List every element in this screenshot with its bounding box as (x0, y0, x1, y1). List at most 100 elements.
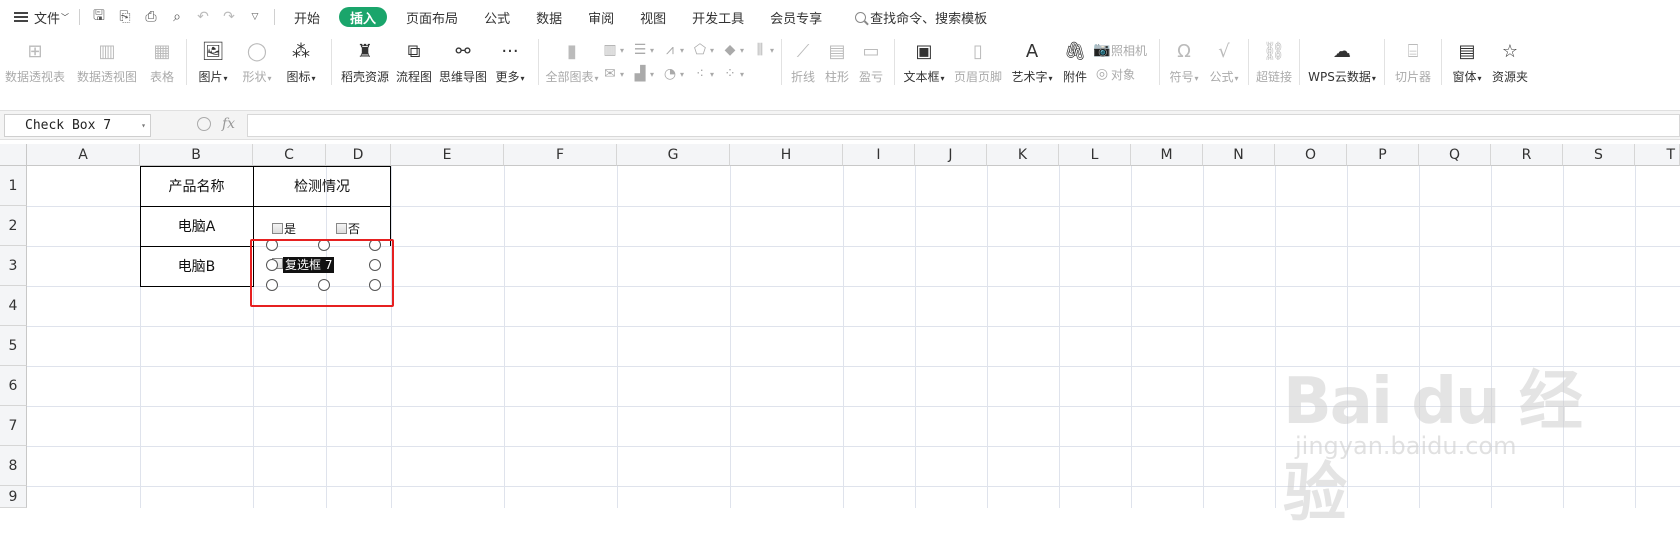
name-box[interactable]: Check Box 7 ▾ (4, 114, 151, 137)
flowchart-button[interactable]: ⧉ 流程图 (392, 34, 436, 90)
print-icon[interactable]: ⎙ (138, 0, 164, 34)
checkbox-no-row2[interactable]: 否 (336, 220, 360, 237)
object-button[interactable]: ◎ 对象 (1093, 62, 1155, 86)
stock-chart-icon[interactable]: ▟ ▾ (631, 62, 661, 86)
customize-quick-access-icon[interactable]: ▽ (242, 0, 268, 34)
col-header-K[interactable]: K (987, 144, 1059, 166)
formula-input[interactable] (247, 114, 1680, 137)
col-header-L[interactable]: L (1059, 144, 1131, 166)
chevron-down-icon[interactable]: ▾ (141, 115, 146, 136)
col-header-H[interactable]: H (730, 144, 843, 166)
col-header-P[interactable]: P (1347, 144, 1419, 166)
cell-C1[interactable]: 检测情况 (253, 166, 391, 206)
symbol-button[interactable]: Ω 符号▾ (1164, 34, 1204, 90)
mindmap-button[interactable]: ⚯ 思维导图 (436, 34, 490, 90)
tab-developer[interactable]: 开发工具 (679, 0, 757, 34)
col-header-N[interactable]: N (1203, 144, 1275, 166)
scatter-chart-icon[interactable]: ⁖ ▾ (691, 62, 721, 86)
col-header-B[interactable]: B (140, 144, 253, 166)
row-header-3[interactable]: 3 (0, 246, 27, 286)
col-header-T[interactable]: T (1635, 144, 1680, 166)
row-header-2[interactable]: 2 (0, 206, 27, 246)
row-header-5[interactable]: 5 (0, 326, 27, 366)
tab-insert[interactable]: 插入 (339, 7, 388, 27)
col-header-D[interactable]: D (326, 144, 391, 166)
col-header-C[interactable]: C (253, 144, 326, 166)
column-chart-icon[interactable]: ▥ ▾ (601, 38, 631, 62)
file-menu[interactable]: 文件 ﹀ (0, 0, 73, 34)
zoom-icon[interactable] (197, 117, 211, 131)
all-charts-button[interactable]: ▮ 全部图表▾ (543, 34, 601, 90)
col-header-I[interactable]: I (843, 144, 915, 166)
header-footer-button[interactable]: ▯ 页眉页脚 (949, 34, 1007, 90)
icon-button[interactable]: ⁂ 图标▾ (279, 34, 323, 90)
daoke-resource-button[interactable]: ♜ 稻壳资源 (338, 34, 392, 90)
checkbox-yes-row2[interactable]: 是 (272, 220, 296, 237)
combo-chart-icon[interactable]: ◆ ▾ (721, 38, 751, 62)
cell-B1[interactable]: 产品名称 (140, 166, 253, 206)
pie-chart-icon[interactable]: ◔ ▾ (661, 62, 691, 86)
tab-page-layout[interactable]: 页面布局 (393, 0, 471, 34)
col-header-Q[interactable]: Q (1419, 144, 1491, 166)
pivot-chart-button[interactable]: ▥ 数据透视图 (70, 34, 144, 90)
wps-cloud-data-button[interactable]: ☁ WPS云数据▾ (1304, 34, 1380, 90)
tab-member[interactable]: 会员专享 (757, 0, 835, 34)
col-header-O[interactable]: O (1275, 144, 1347, 166)
radar-chart-icon[interactable]: ⬠ ▾ (691, 38, 721, 62)
row-header-9[interactable]: 9 (0, 486, 27, 508)
slicer-button[interactable]: ⌸ 切片器 (1389, 34, 1437, 90)
area-chart-icon[interactable]: ⩘ ▾ (661, 38, 691, 62)
tab-view[interactable]: 视图 (627, 0, 679, 34)
shape-button[interactable]: ◯ 形状▾ (235, 34, 279, 90)
export-pdf-icon[interactable]: ⎘ (112, 0, 138, 34)
sparkline-column-button[interactable]: ▤ 柱形 (820, 34, 854, 90)
camera-button[interactable]: 📷 照相机 (1093, 38, 1155, 62)
col-header-G[interactable]: G (617, 144, 730, 166)
table-border (140, 286, 253, 287)
spreadsheet-grid[interactable]: A B C D E F G H I J K L M N O P Q R S T … (0, 144, 1680, 508)
fx-icon[interactable]: fx (222, 116, 235, 132)
tab-home[interactable]: 开始 (281, 0, 333, 34)
resource-folder-button[interactable]: ☆ 资源夹 (1488, 34, 1532, 90)
picture-button[interactable]: 🖼 图片▾ (191, 34, 235, 90)
envelope-chart-icon[interactable]: ✉ ▾ (601, 62, 631, 86)
textbox-button[interactable]: ▣ 文本框▾ (899, 34, 949, 90)
row-header-7[interactable]: 7 (0, 406, 27, 446)
tab-formulas[interactable]: 公式 (471, 0, 523, 34)
undo-icon[interactable]: ↶ (190, 0, 216, 34)
sparkline-winloss-button[interactable]: ▭ 盈亏 (854, 34, 888, 90)
col-header-A[interactable]: A (27, 144, 140, 166)
table-button[interactable]: ▦ 表格 (144, 34, 180, 90)
form-window-button[interactable]: ▤ 窗体▾ (1446, 34, 1488, 90)
row-header-6[interactable]: 6 (0, 366, 27, 406)
save-icon[interactable]: 🖫 (86, 0, 112, 34)
dot-chart-icon[interactable]: ⁘ ▾ (721, 62, 751, 86)
print-preview-icon[interactable]: ⌕ (164, 0, 190, 34)
col-header-R[interactable]: R (1491, 144, 1563, 166)
sparkline-line-button[interactable]: ⟋ 折线 (786, 34, 820, 90)
select-all-corner[interactable] (0, 144, 27, 166)
redo-icon[interactable]: ↷ (216, 0, 242, 34)
formula-button[interactable]: √ 公式▾ (1204, 34, 1244, 90)
row-header-1[interactable]: 1 (0, 166, 27, 206)
row-header-8[interactable]: 8 (0, 446, 27, 486)
cell-B2[interactable]: 电脑A (140, 206, 253, 246)
attachment-button[interactable]: 🖇 附件 (1057, 34, 1093, 90)
col-header-M[interactable]: M (1131, 144, 1203, 166)
tab-data[interactable]: 数据 (523, 0, 575, 34)
wordart-button[interactable]: A 艺术字▾ (1007, 34, 1057, 90)
pivot-table-button[interactable]: ⊞ 数据透视表 (0, 34, 70, 90)
cell-B3[interactable]: 电脑B (140, 246, 253, 286)
row-header-4[interactable]: 4 (0, 286, 27, 326)
hyperlink-button[interactable]: ⛓ 超链接 (1253, 34, 1295, 90)
menu-bar: 文件 ﹀ 🖫 ⎘ ⎙ ⌕ ↶ ↷ ▽ 开始 插入 页面布局 公式 数据 审阅 视… (0, 0, 1680, 34)
boxplot-chart-icon[interactable]: ⫼ ▾ (751, 38, 777, 62)
command-search[interactable]: 查找命令、搜索模板 (851, 0, 991, 34)
tab-review[interactable]: 审阅 (575, 0, 627, 34)
col-header-E[interactable]: E (391, 144, 504, 166)
col-header-J[interactable]: J (915, 144, 987, 166)
col-header-S[interactable]: S (1563, 144, 1635, 166)
col-header-F[interactable]: F (504, 144, 617, 166)
bar-horizontal-chart-icon[interactable]: ☰ ▾ (631, 38, 661, 62)
more-button[interactable]: ··· 更多▾ (490, 34, 530, 90)
